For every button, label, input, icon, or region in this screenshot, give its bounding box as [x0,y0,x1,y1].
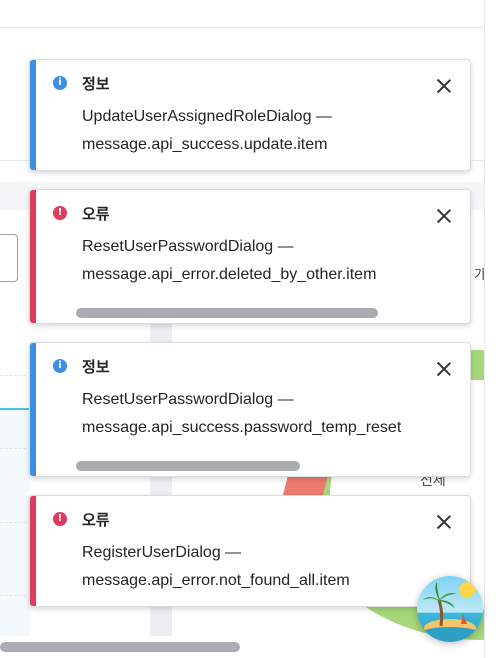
toast-notification: i 정보 ResetUserPasswordDialog — message.a… [29,342,471,477]
app-header [0,0,484,28]
toast-accent-bar [30,60,36,170]
toast-title: 정보 [82,358,110,376]
line-chart-area [0,410,30,636]
vertical-scrollbar[interactable] [484,0,500,658]
toast-message-line: message.api_success.update.item [82,136,328,153]
app-page: 가 전체 i 정보 UpdateUserAssignedRoleDialog —… [0,0,500,658]
toast-message-line: message.api_error.deleted_by_other.item [82,266,377,283]
background-input-field[interactable] [0,234,18,282]
close-icon[interactable] [436,208,452,224]
info-icon: i [53,359,67,373]
close-icon[interactable] [436,78,452,94]
toast-horizontal-scrollbar[interactable] [76,308,378,318]
palm-island-illustration [420,582,480,641]
toast-title: 정보 [82,75,110,93]
toast-notification: i 정보 UpdateUserAssignedRoleDialog — mess… [29,59,471,171]
toast-notification: ! 오류 ResetUserPasswordDialog — message.a… [29,189,471,324]
toast-message-line: ResetUserPasswordDialog — [82,238,294,255]
toast-message: ResetUserPasswordDialog — message.api_su… [82,386,408,442]
toast-message-line: message.api_success.password_temp_reset [82,419,402,436]
toast-notification: ! 오류 RegisterUserDialog — message.api_er… [29,495,471,607]
toast-message: ResetUserPasswordDialog — message.api_er… [82,233,408,289]
toast-message: RegisterUserDialog — message.api_error.n… [82,539,408,595]
toast-message-line: UpdateUserAssignedRoleDialog — [82,108,332,125]
error-icon: ! [53,512,67,526]
line-chart-series [0,408,30,410]
toast-title: 오류 [82,511,110,529]
error-icon: ! [53,206,67,220]
toast-message-line: RegisterUserDialog — [82,544,242,561]
toast-accent-bar [30,190,36,323]
toast-horizontal-scrollbar[interactable] [76,461,300,471]
chart-gridline [0,522,26,523]
toast-accent-bar [30,496,36,606]
horizontal-scrollbar-thumb[interactable] [0,642,240,652]
info-icon: i [53,76,67,90]
chart-gridline [0,595,26,596]
toast-message-line: ResetUserPasswordDialog — [82,391,294,408]
toast-message: UpdateUserAssignedRoleDialog — message.a… [82,103,408,159]
close-icon[interactable] [436,514,452,530]
palm-island-icon[interactable] [417,576,483,642]
toast-message-line: message.api_error.not_found_all.item [82,572,350,589]
chart-gridline [0,375,26,376]
toast-title: 오류 [82,205,110,223]
chart-gridline [0,448,26,449]
toast-accent-bar [30,343,36,476]
close-icon[interactable] [436,361,452,377]
